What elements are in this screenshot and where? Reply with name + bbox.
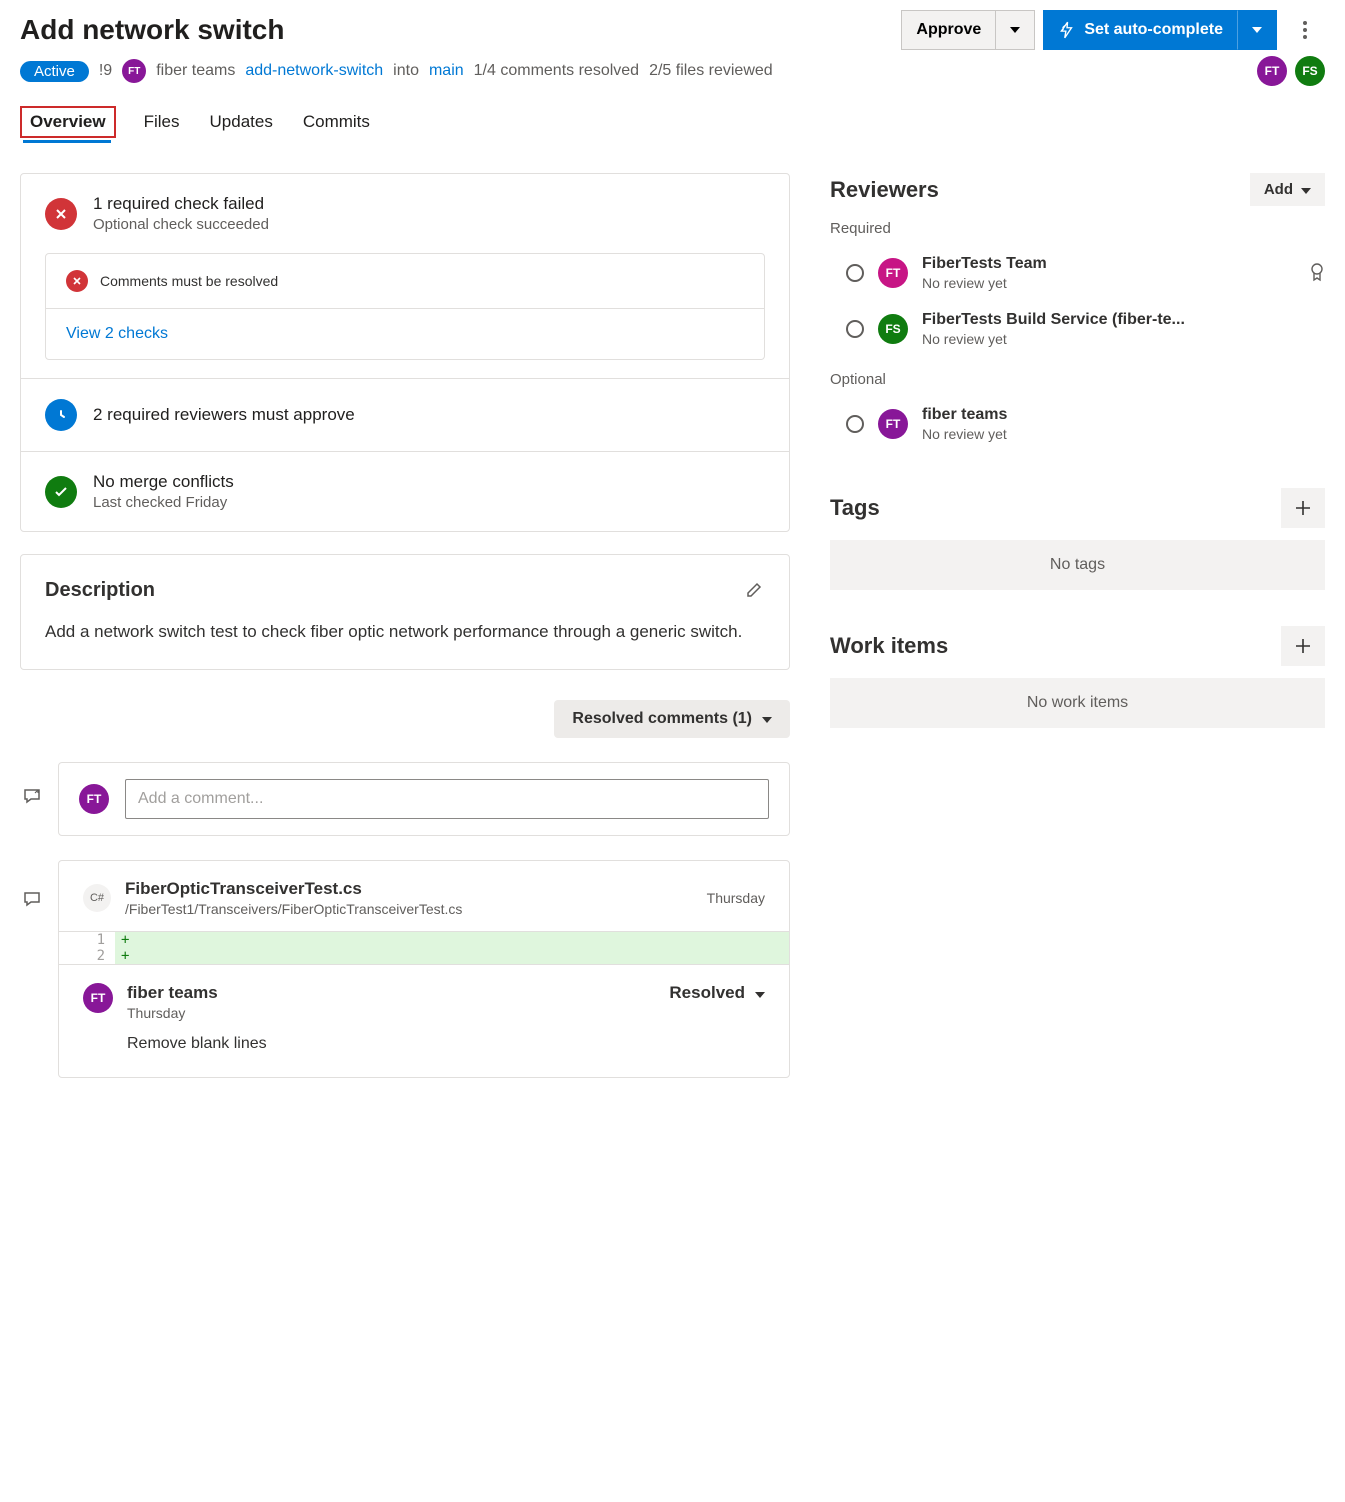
edit-description-button[interactable]	[745, 579, 765, 602]
add-comment-input[interactable]	[125, 779, 769, 819]
more-icon	[1303, 21, 1307, 39]
merge-substatus: Last checked Friday	[93, 494, 234, 511]
files-reviewed-count: 2/5 files reviewed	[649, 62, 773, 80]
comment-icon	[22, 889, 42, 912]
diff-line-added: +	[115, 948, 789, 964]
tab-files[interactable]: Files	[142, 106, 182, 138]
comment-author: fiber teams	[127, 983, 218, 1003]
file-name[interactable]: FiberOpticTransceiverTest.cs	[125, 879, 462, 899]
check-item: Comments must be resolved	[100, 273, 278, 289]
add-tag-button[interactable]	[1281, 488, 1325, 528]
reviewer-name: fiber teams	[922, 406, 1007, 424]
add-work-item-button[interactable]	[1281, 626, 1325, 666]
ribbon-icon	[1309, 262, 1325, 285]
tab-commits[interactable]: Commits	[301, 106, 372, 138]
chevron-down-icon	[762, 710, 772, 728]
diff-line-number: 2	[59, 948, 115, 964]
page-title: Add network switch	[20, 14, 284, 46]
reviewer-name: FiberTests Build Service (fiber-te...	[922, 311, 1185, 329]
tab-underline	[23, 140, 111, 143]
header-reviewer-avatar[interactable]: FT	[1257, 56, 1287, 86]
reviewer-row[interactable]: FT fiber teams No review yet	[830, 396, 1325, 452]
add-reviewer-button[interactable]: Add	[1250, 173, 1325, 206]
into-word: into	[393, 62, 419, 80]
view-checks-link[interactable]: View 2 checks	[66, 325, 168, 343]
set-auto-complete-button[interactable]: Set auto-complete	[1043, 10, 1237, 50]
description-text: Add a network switch test to check fiber…	[45, 620, 765, 645]
approve-button[interactable]: Approve	[901, 10, 995, 50]
reviewer-name: FiberTests Team	[922, 255, 1047, 273]
source-branch-link[interactable]: add-network-switch	[245, 62, 383, 80]
reviewers-required: 2 required reviewers must approve	[93, 405, 355, 425]
tab-overview[interactable]: Overview	[20, 106, 116, 138]
author-name: fiber teams	[156, 62, 235, 80]
tab-updates[interactable]: Updates	[208, 106, 275, 138]
tags-placeholder: No tags	[830, 540, 1325, 590]
reviewer-vote-radio[interactable]	[846, 320, 864, 338]
tags-heading: Tags	[830, 495, 880, 521]
merge-status: No merge conflicts	[93, 472, 234, 492]
check-icon	[45, 476, 77, 508]
header-reviewer-avatar[interactable]: FS	[1295, 56, 1325, 86]
reviewer-vote-radio[interactable]	[846, 415, 864, 433]
reviewer-avatar: FT	[878, 258, 908, 288]
chevron-down-icon	[1301, 181, 1311, 198]
diff-line-number: 1	[59, 932, 115, 948]
description-card: Description Add a network switch test to…	[20, 554, 790, 670]
comment-status-dropdown[interactable]: Resolved	[669, 983, 765, 1003]
reviewer-row[interactable]: FS FiberTests Build Service (fiber-te...…	[830, 301, 1325, 357]
reviewer-vote-radio[interactable]	[846, 264, 864, 282]
more-actions-button[interactable]	[1285, 10, 1325, 50]
file-thread-card: C# FiberOpticTransceiverTest.cs /FiberTe…	[58, 860, 790, 1078]
add-comment-card: FT	[58, 762, 790, 836]
plus-icon	[1294, 637, 1312, 655]
checks-subtitle: Optional check succeeded	[93, 216, 269, 233]
diff-view: 1 + 2 +	[59, 931, 789, 965]
work-items-placeholder: No work items	[830, 678, 1325, 728]
target-branch-link[interactable]: main	[429, 62, 464, 80]
file-type-badge: C#	[83, 884, 111, 912]
reviewer-status: No review yet	[922, 331, 1185, 347]
set-auto-complete-menu[interactable]	[1237, 10, 1277, 50]
comment-author-avatar: FT	[83, 983, 113, 1013]
fail-icon	[66, 270, 88, 292]
pencil-icon	[745, 579, 765, 599]
fail-icon	[45, 198, 77, 230]
work-items-heading: Work items	[830, 633, 948, 659]
reviewers-heading: Reviewers	[830, 177, 939, 203]
author-avatar: FT	[122, 59, 146, 83]
pr-id: !9	[99, 62, 112, 80]
comment-text: Remove blank lines	[127, 1035, 765, 1053]
approve-menu[interactable]	[995, 10, 1035, 50]
comment-filter-dropdown[interactable]: Resolved comments (1)	[554, 700, 790, 738]
checks-title: 1 required check failed	[93, 194, 269, 214]
reviewer-status: No review yet	[922, 426, 1007, 442]
lightning-icon	[1058, 21, 1076, 39]
clock-icon	[45, 399, 77, 431]
reviewer-row[interactable]: FT FiberTests Team No review yet	[830, 245, 1325, 301]
description-heading: Description	[45, 579, 155, 602]
reviewer-avatar: FT	[878, 409, 908, 439]
reviewer-status: No review yet	[922, 275, 1047, 291]
file-timestamp: Thursday	[707, 890, 765, 906]
checks-card: 1 required check failed Optional check s…	[20, 173, 790, 532]
comment-time: Thursday	[127, 1005, 218, 1021]
comment-icon	[22, 786, 42, 809]
current-user-avatar: FT	[79, 784, 109, 814]
comments-resolved-count: 1/4 comments resolved	[474, 62, 639, 80]
required-label: Required	[830, 220, 1325, 237]
plus-icon	[1294, 499, 1312, 517]
status-pill: Active	[20, 61, 89, 82]
file-path: /FiberTest1/Transceivers/FiberOpticTrans…	[125, 901, 462, 917]
chevron-down-icon	[755, 983, 765, 1003]
reviewer-avatar: FS	[878, 314, 908, 344]
diff-line-added: +	[115, 932, 789, 948]
optional-label: Optional	[830, 371, 1325, 388]
